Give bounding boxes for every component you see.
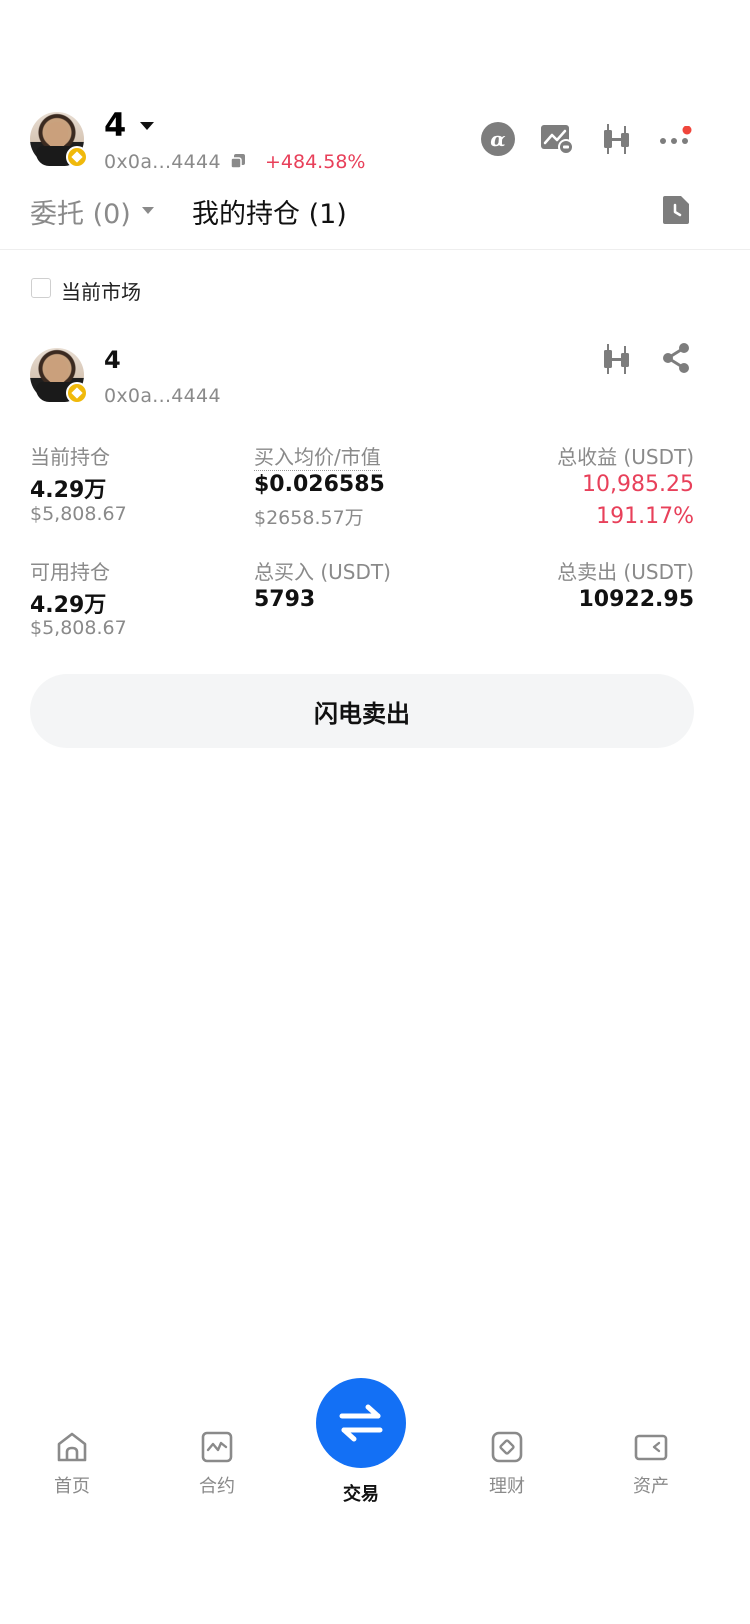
current-market-checkbox[interactable] (31, 278, 51, 298)
total-profit-label: 总收益 (USDT) (557, 445, 694, 469)
available-holding-usd: $5,808.67 (30, 617, 127, 639)
share-icon[interactable] (660, 342, 692, 374)
nav-earn[interactable]: 理财 (452, 1430, 562, 1498)
pnl-percent: +484.58% (265, 151, 366, 173)
wallet-icon (634, 1434, 668, 1461)
total-sell-value: 10922.95 (578, 587, 694, 612)
alpha-icon[interactable]: α (481, 122, 515, 156)
nav-futures[interactable]: 合约 (162, 1430, 272, 1498)
current-holding-value: 4.29万 (30, 478, 107, 503)
current-holding-label: 当前持仓 (30, 445, 110, 469)
total-profit-percent: 191.17% (596, 504, 694, 529)
available-holding-label: 可用持仓 (30, 560, 110, 584)
total-profit-value: 10,985.25 (582, 472, 694, 497)
home-icon (57, 1432, 87, 1462)
bnb-badge-icon (66, 382, 88, 404)
copy-icon[interactable] (230, 153, 246, 169)
tab-orders[interactable]: 委托 (0) (30, 192, 131, 231)
nav-assets-label: 资产 (633, 1476, 669, 1497)
nav-futures-label: 合约 (199, 1476, 235, 1497)
avg-price-label[interactable]: 买入均价/市值 (254, 441, 381, 471)
order-history-icon[interactable] (661, 194, 691, 226)
avg-price-value: $0.026585 (254, 472, 385, 497)
chart-alert-icon[interactable] (540, 123, 574, 155)
position-avatar (30, 348, 88, 404)
orders-dropdown-icon[interactable] (142, 207, 154, 214)
token-address: 0x0a...4444 (104, 151, 221, 173)
nav-home[interactable]: 首页 (17, 1430, 127, 1498)
flash-sell-label: 闪电卖出 (314, 699, 410, 728)
nav-assets[interactable]: 资产 (596, 1430, 706, 1498)
nav-trade[interactable]: 交易 (306, 1378, 416, 1506)
position-token-name: 4 (104, 346, 121, 374)
swap-icon (316, 1378, 406, 1468)
market-value: $2658.57万 (254, 507, 364, 529)
nav-home-label: 首页 (54, 1476, 90, 1497)
available-holding-value: 4.29万 (30, 593, 107, 618)
current-market-label[interactable]: 当前市场 (61, 276, 141, 305)
avatar[interactable] (30, 112, 88, 168)
futures-icon (201, 1431, 233, 1463)
bnb-badge-icon (66, 146, 88, 168)
position-chart-icon[interactable] (601, 342, 633, 376)
tab-my-positions[interactable]: 我的持仓 (1) (192, 192, 347, 231)
earn-icon (491, 1431, 523, 1463)
position-token-address: 0x0a...4444 (104, 385, 221, 407)
flash-sell-button[interactable]: 闪电卖出 (30, 674, 694, 748)
token-switch-caret-icon[interactable] (140, 122, 154, 130)
candlestick-icon[interactable] (601, 122, 633, 156)
tabs-divider (0, 249, 750, 250)
more-icon[interactable] (659, 125, 693, 152)
total-buy-label: 总买入 (USDT) (254, 560, 391, 584)
nav-trade-label: 交易 (343, 1484, 379, 1505)
token-name: 4 (104, 106, 127, 144)
total-buy-value: 5793 (254, 587, 316, 612)
nav-earn-label: 理财 (489, 1476, 525, 1497)
current-holding-usd: $5,808.67 (30, 503, 127, 525)
total-sell-label: 总卖出 (USDT) (557, 560, 694, 584)
